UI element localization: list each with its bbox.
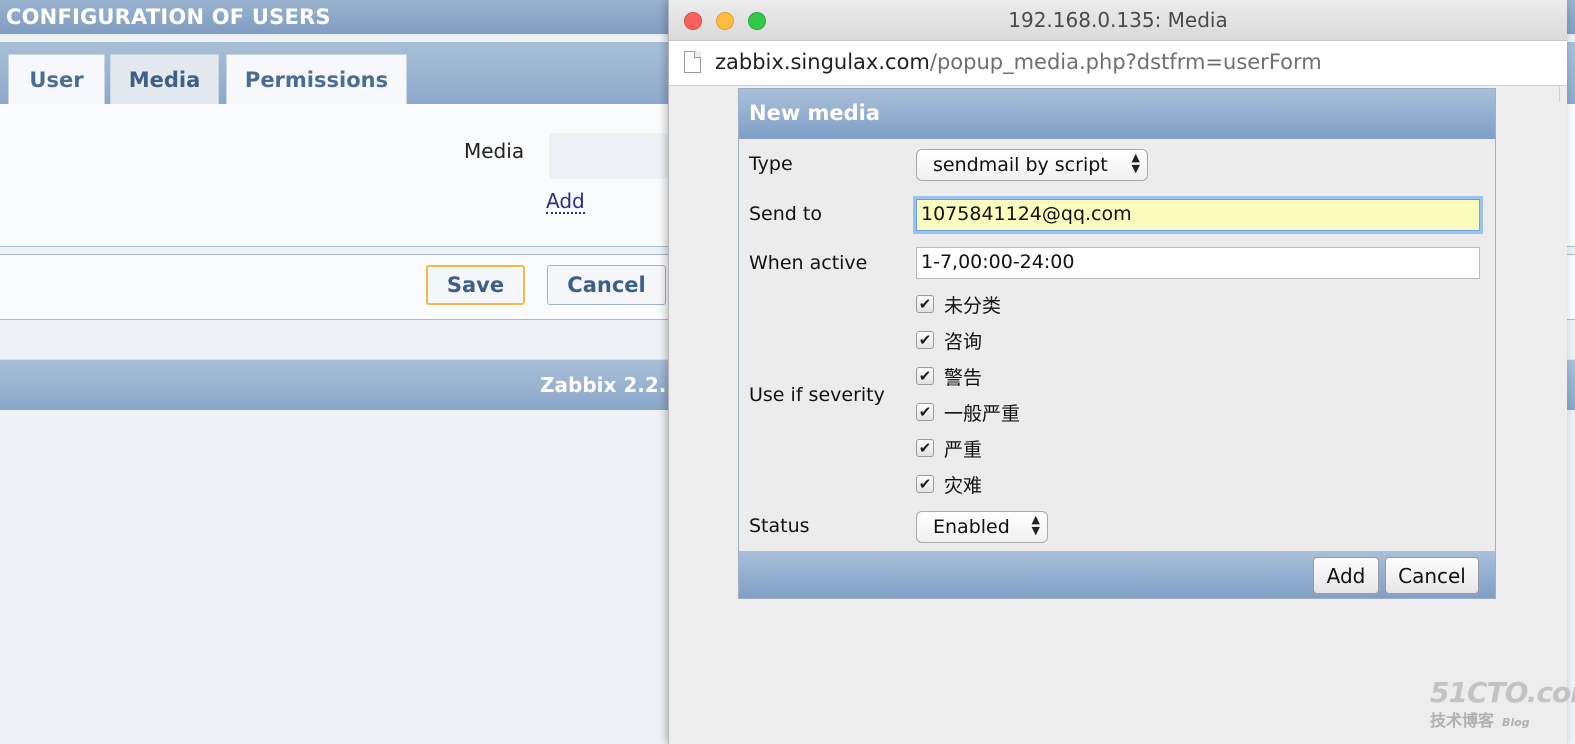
- send-to-label: Send to: [749, 203, 822, 225]
- when-active-input[interactable]: 1-7,00:00-24:00: [916, 247, 1480, 279]
- severity-option[interactable]: ✔ 警告: [916, 363, 982, 389]
- check-icon[interactable]: ✔: [916, 331, 934, 349]
- tab-media[interactable]: Media: [110, 54, 219, 104]
- dialog-footer: Add Cancel: [739, 551, 1495, 598]
- when-active-label: When active: [749, 252, 868, 274]
- scrollbar[interactable]: [1559, 86, 1568, 102]
- severity-option-label: 一般严重: [944, 402, 1021, 425]
- page-title: CONFIGURATION OF USERS: [6, 5, 331, 29]
- window-title: 192.168.0.135: Media: [1008, 8, 1228, 32]
- save-button[interactable]: Save: [426, 265, 525, 305]
- status-select[interactable]: Enabled ▲ ▼: [916, 511, 1048, 543]
- check-icon[interactable]: ✔: [916, 403, 934, 421]
- tab-permissions[interactable]: Permissions: [226, 54, 407, 104]
- check-icon[interactable]: ✔: [916, 367, 934, 385]
- url-path: /popup_media.php?dstfrm=userForm: [929, 50, 1322, 74]
- url-text[interactable]: zabbix.singulax.com/popup_media.php?dstf…: [715, 50, 1322, 74]
- new-media-dialog: New media Type sendmail by script ▲ ▼ Sen…: [738, 88, 1496, 599]
- severity-option-label: 咨询: [944, 330, 983, 353]
- dialog-header: New media: [739, 89, 1495, 139]
- tab-user[interactable]: User: [8, 54, 105, 104]
- severity-option[interactable]: ✔ 未分类: [916, 291, 1001, 317]
- severity-option-label: 灾难: [944, 474, 983, 497]
- check-icon[interactable]: ✔: [916, 475, 934, 493]
- severity-option-label: 未分类: [944, 294, 1002, 317]
- severity-option[interactable]: ✔ 咨询: [916, 327, 982, 353]
- severity-label: Use if severity: [749, 384, 885, 406]
- updown-arrows-icon: ▲ ▼: [1131, 151, 1140, 175]
- window-titlebar[interactable]: 192.168.0.135: Media: [669, 0, 1567, 41]
- type-label: Type: [749, 153, 793, 175]
- type-select[interactable]: sendmail by script ▲ ▼: [916, 149, 1148, 181]
- severity-option[interactable]: ✔ 一般严重: [916, 399, 1020, 425]
- watermark-bottom-text: 技术博客: [1430, 711, 1495, 730]
- updown-arrows-icon: ▲ ▼: [1031, 513, 1040, 537]
- type-select-value: sendmail by script: [933, 154, 1108, 176]
- cancel-button[interactable]: Cancel: [547, 265, 666, 305]
- severity-option-label: 警告: [944, 366, 983, 389]
- watermark-top: 51CTO.com: [1430, 676, 1575, 709]
- send-to-input[interactable]: 1075841124@qq.com: [916, 199, 1480, 231]
- severity-option-label: 严重: [944, 438, 983, 461]
- dialog-title: New media: [749, 101, 881, 125]
- watermark-blog: Blog: [1502, 716, 1530, 729]
- severity-option[interactable]: ✔ 严重: [916, 435, 982, 461]
- dialog-add-button[interactable]: Add: [1313, 557, 1379, 594]
- status-select-value: Enabled: [933, 516, 1010, 538]
- footer-version: Zabbix 2.2.: [540, 373, 667, 397]
- media-field-label: Media: [464, 139, 525, 163]
- url-bar[interactable]: zabbix.singulax.com/popup_media.php?dstf…: [669, 41, 1567, 86]
- status-label: Status: [749, 515, 810, 537]
- check-icon[interactable]: ✔: [916, 295, 934, 313]
- add-media-link[interactable]: Add: [546, 190, 585, 214]
- watermark-bottom: 技术博客 Blog: [1430, 707, 1575, 731]
- check-icon[interactable]: ✔: [916, 439, 934, 457]
- severity-option[interactable]: ✔ 灾难: [916, 471, 982, 497]
- watermark-logo: 51CTO.com 技术博客 Blog: [1430, 676, 1575, 731]
- url-host: zabbix.singulax.com: [715, 50, 930, 74]
- dialog-cancel-button[interactable]: Cancel: [1385, 557, 1479, 594]
- page-icon: [684, 51, 701, 73]
